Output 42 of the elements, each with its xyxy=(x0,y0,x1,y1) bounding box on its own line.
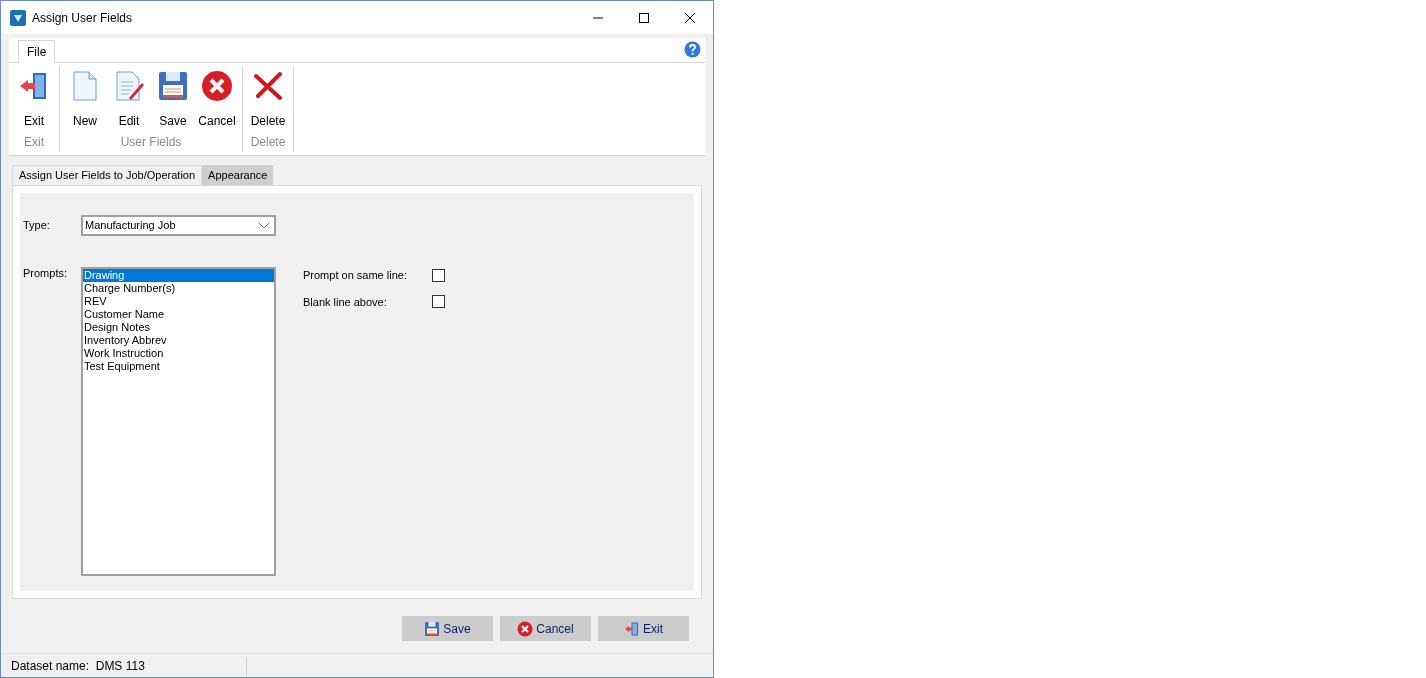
group-label: Delete xyxy=(250,134,286,151)
dialog-button[interactable]: Save xyxy=(402,616,493,641)
option-label: Blank line above: xyxy=(303,294,388,310)
list-item[interactable]: Inventory Abbrev xyxy=(83,334,274,347)
ribbon-button[interactable]: Edit xyxy=(107,66,151,130)
list-item[interactable]: REV xyxy=(83,295,274,308)
status-text: Dataset name: DMS 113 xyxy=(1,656,247,675)
tab[interactable]: Assign User Fields to Job/Operation xyxy=(12,165,203,185)
cancel-circle-icon xyxy=(201,70,233,102)
app-icon xyxy=(10,9,26,26)
ribbon-tab[interactable]: File xyxy=(18,40,56,63)
x-mark-icon xyxy=(252,70,284,102)
group-label: User Fields xyxy=(120,134,182,151)
type-dropdown[interactable]: Manufacturing Job xyxy=(81,215,276,236)
tab[interactable]: Appearance xyxy=(202,165,274,185)
ribbon-button[interactable]: New xyxy=(63,66,107,130)
list-item[interactable]: Work Instruction xyxy=(83,347,274,360)
chevron-down-icon xyxy=(258,222,270,229)
type-label: Type: xyxy=(23,218,51,234)
checkbox[interactable] xyxy=(432,295,445,309)
window-title: Assign User Fields xyxy=(32,9,133,27)
ribbon-button[interactable]: Cancel xyxy=(195,66,239,130)
dialog-button[interactable]: Exit xyxy=(598,616,689,641)
group-label: Exit xyxy=(24,134,44,151)
ribbon-button[interactable]: Delete xyxy=(246,66,290,130)
checkbox[interactable] xyxy=(432,268,445,282)
list-item[interactable]: Customer Name xyxy=(83,308,274,321)
help-icon[interactable] xyxy=(684,41,701,58)
list-item[interactable]: Design Notes xyxy=(83,321,274,334)
document-pencil-icon xyxy=(113,70,145,102)
option-label: Prompt on same line: xyxy=(303,268,408,283)
prompts-label: Prompts: xyxy=(23,266,68,281)
door-arrow-icon xyxy=(624,620,640,637)
list-item[interactable]: Drawing xyxy=(83,269,274,282)
cancel-circle-icon xyxy=(517,620,534,637)
ribbon-button[interactable]: Exit xyxy=(12,66,56,130)
ribbon-button[interactable]: Save xyxy=(151,66,195,130)
maximize-icon xyxy=(639,12,649,23)
dialog-button[interactable]: Cancel xyxy=(500,616,591,641)
list-item[interactable]: Charge Number(s) xyxy=(83,282,274,295)
close-icon xyxy=(685,12,695,23)
list-item[interactable]: Test Equipment xyxy=(83,360,274,373)
